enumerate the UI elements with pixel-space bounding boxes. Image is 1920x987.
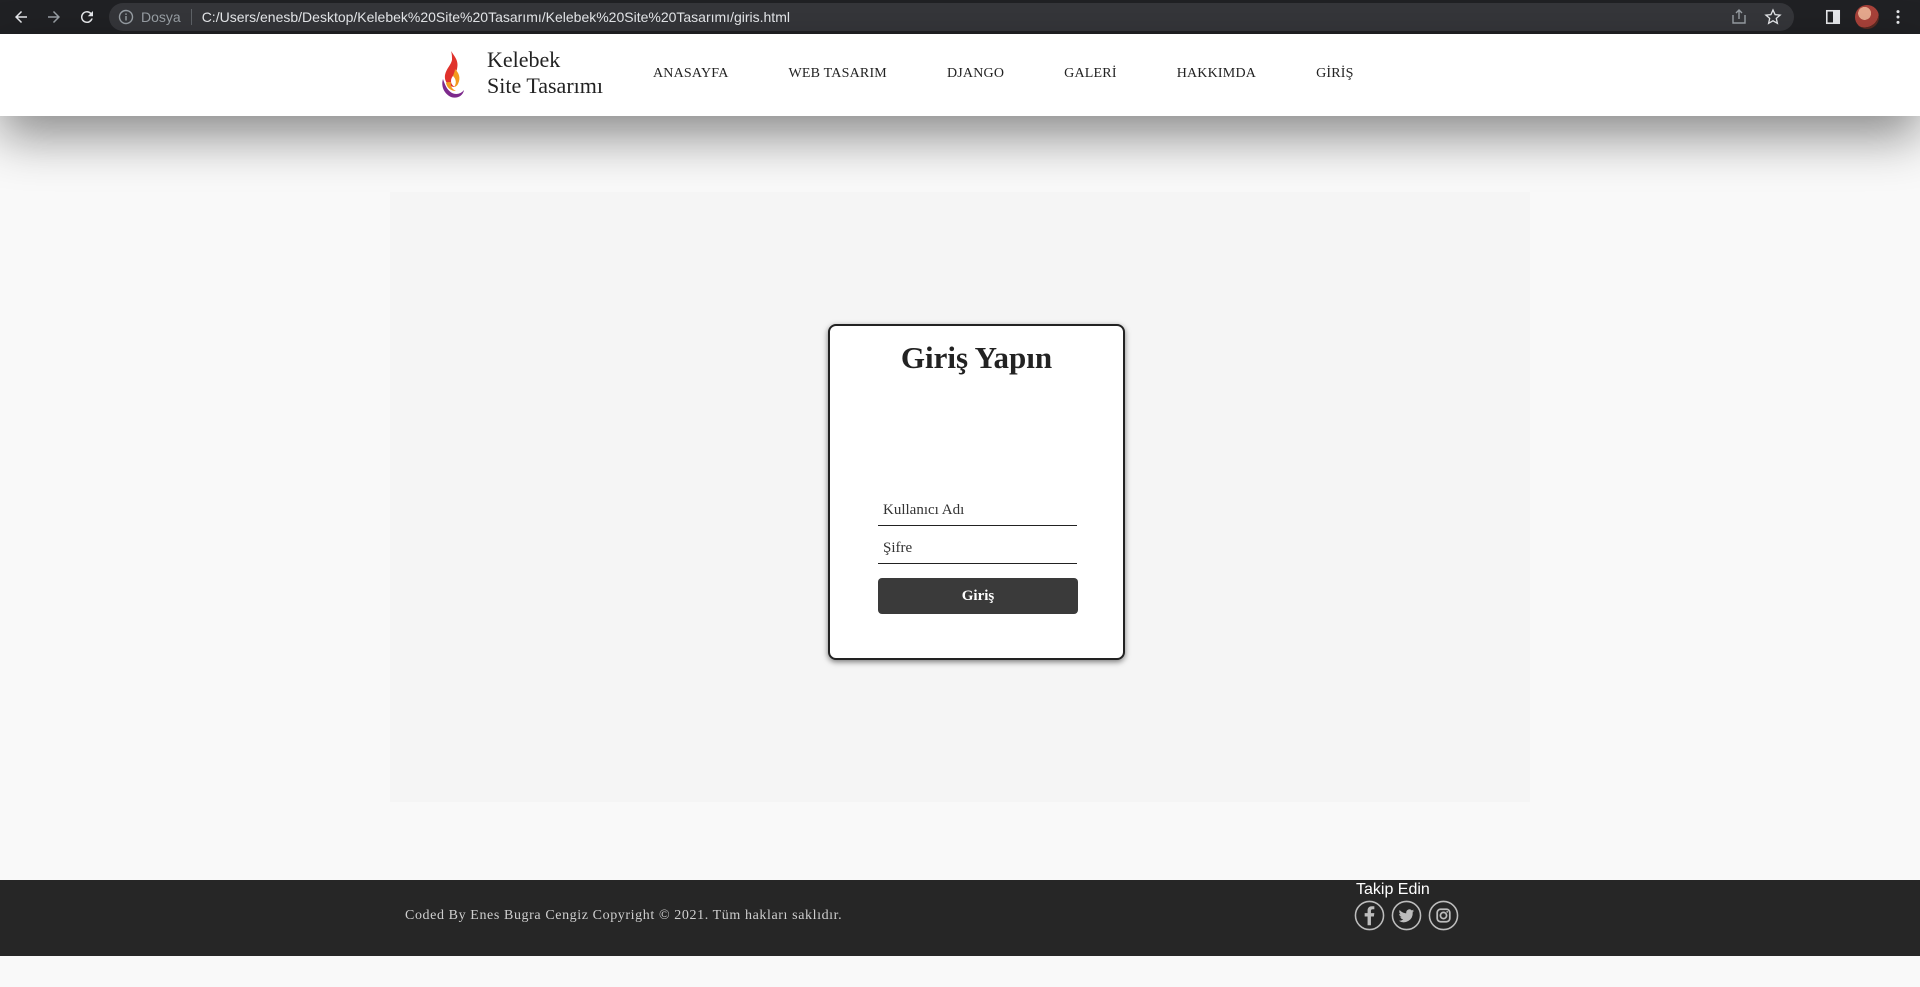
url-text[interactable]: C:/Users/enesb/Desktop/Kelebek%20Site%20…: [202, 9, 790, 25]
site-footer: Coded By Enes Bugra Cengiz Copyright © 2…: [0, 880, 1920, 956]
site-header: Kelebek Site Tasarımı ANASAYFA WEB TASAR…: [0, 34, 1920, 116]
main-nav: ANASAYFA WEB TASARIM DJANGO GALERİ HAKKI…: [653, 66, 1414, 82]
login-title: Giriş Yapın: [900, 340, 1053, 375]
copyright-text: Coded By Enes Bugra Cengiz Copyright © 2…: [405, 908, 843, 923]
reload-icon[interactable]: [75, 5, 99, 29]
twitter-icon[interactable]: [1391, 900, 1422, 931]
logo-line-1: Kelebek: [487, 47, 561, 72]
logo-line-2: Site Tasarımı: [487, 73, 603, 98]
browser-toolbar: Dosya C:/Users/enesb/Desktop/Kelebek%20S…: [0, 0, 1920, 34]
facebook-icon[interactable]: [1354, 900, 1385, 931]
back-arrow-icon[interactable]: [9, 5, 33, 29]
username-input[interactable]: [878, 496, 1077, 526]
password-input[interactable]: [878, 534, 1077, 564]
kebab-menu-icon[interactable]: [1886, 5, 1910, 29]
nav-item-galeri[interactable]: GALERİ: [1064, 66, 1117, 82]
logo-flame-icon[interactable]: [437, 49, 467, 101]
side-panel-icon[interactable]: [1821, 5, 1845, 29]
login-submit-button[interactable]: Giriş: [878, 578, 1078, 614]
follow-label: Takip Edin: [1356, 881, 1430, 898]
login-card: Giriş Yapın Giriş: [828, 324, 1125, 660]
forward-arrow-icon[interactable]: [42, 5, 66, 29]
bookmark-star-icon[interactable]: [1764, 8, 1782, 31]
share-icon[interactable]: [1730, 8, 1748, 31]
nav-item-web-tasarim[interactable]: WEB TASARIM: [789, 66, 887, 82]
site-logo-text[interactable]: Kelebek Site Tasarımı: [487, 47, 603, 99]
scheme-label: Dosya: [141, 9, 181, 25]
address-bar[interactable]: Dosya C:/Users/enesb/Desktop/Kelebek%20S…: [109, 3, 1794, 31]
info-icon[interactable]: [118, 9, 134, 25]
nav-item-anasayfa[interactable]: ANASAYFA: [653, 66, 729, 82]
nav-item-hakkimda[interactable]: HAKKIMDA: [1177, 66, 1256, 82]
instagram-icon[interactable]: [1428, 900, 1459, 931]
nav-item-django[interactable]: DJANGO: [947, 66, 1004, 82]
nav-item-giris[interactable]: GİRİŞ: [1316, 66, 1354, 82]
profile-avatar[interactable]: [1855, 5, 1879, 29]
divider: [190, 9, 192, 25]
social-links: [1354, 900, 1459, 931]
